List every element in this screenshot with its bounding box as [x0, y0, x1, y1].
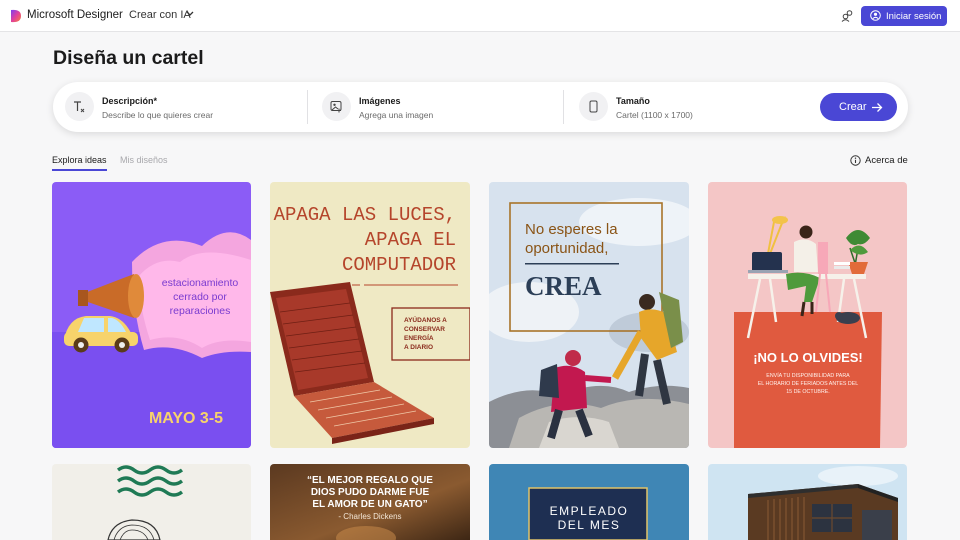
card7-text-line: EMPLEADO: [550, 504, 629, 518]
template-card-parking[interactable]: estacionamiento cerrado por reparaciones…: [52, 182, 251, 448]
tab-explore-ideas[interactable]: Explora ideas: [52, 155, 107, 165]
images-label: Imágenes: [359, 96, 401, 106]
about-label: Acerca de: [865, 155, 908, 166]
card7-text-line: DEL MES: [558, 518, 621, 532]
card2-note-line: CONSERVAR: [404, 326, 445, 333]
card2-title-line: APAGA EL: [365, 229, 456, 251]
card2-title-line: APAGA LAS LUCES,: [274, 204, 456, 226]
card6-quote-line: “EL MEJOR REGALO QUE: [307, 475, 433, 486]
tab-my-designs[interactable]: Mis diseños: [120, 155, 168, 165]
prompt-bar: Descripción* Describe lo que quieres cre…: [53, 82, 908, 132]
images-field[interactable]: Imágenes Agrega una imagen: [310, 82, 562, 132]
size-icon-box: [579, 92, 608, 121]
account-switch-icon[interactable]: [841, 9, 854, 22]
card4-body-line: 15 DE OCTUBRE.: [786, 389, 830, 395]
sign-in-label: Iniciar sesión: [886, 11, 942, 22]
text-icon-box: [65, 92, 94, 121]
description-field[interactable]: Descripción* Describe lo que quieres cre…: [53, 82, 307, 132]
info-icon: [850, 155, 861, 166]
card3-text-line: No esperes la: [525, 221, 618, 238]
card6-author: - Charles Dickens: [338, 512, 401, 521]
arrow-right-icon: [872, 103, 883, 112]
card2-title-line: COMPUTADOR: [342, 254, 456, 276]
user-circle-icon: [870, 10, 881, 21]
text-prompt-icon: [74, 101, 85, 113]
card1-date: MAYO 3-5: [149, 410, 223, 427]
card1-text-line: cerrado por: [173, 291, 227, 303]
card6-quote-line: DIOS PUDO DARME FUE: [311, 487, 430, 498]
card2-note-line: AYÚDANOS A: [404, 315, 447, 324]
template-card-opportunity[interactable]: No esperes la oportunidad, CREA: [489, 182, 689, 448]
page-title: Diseña un cartel: [53, 47, 204, 69]
designer-logo-icon[interactable]: [10, 9, 22, 23]
template-card-dont-forget[interactable]: ¡NO LO OLVIDES! ENVÍA TU DISPONIBILIDAD …: [708, 182, 907, 448]
image-icon: [330, 101, 342, 113]
create-button-label: Crear: [839, 101, 867, 113]
description-label: Descripción*: [102, 96, 158, 106]
card3-text-line: oportunidad,: [525, 240, 608, 257]
size-label: Tamaño: [616, 96, 650, 106]
card4-body-line: ENVÍA TU DISPONIBILIDAD PARA: [766, 372, 850, 379]
card2-note-line: A DIARIO: [404, 344, 433, 351]
template-card-house[interactable]: [708, 464, 907, 540]
divider: [307, 90, 308, 124]
sign-in-button[interactable]: Iniciar sesión: [861, 6, 947, 26]
divider: [563, 90, 564, 124]
template-card-cat-quote[interactable]: “EL MEJOR REGALO QUE DIOS PUDO DARME FUE…: [270, 464, 470, 540]
image-icon-box: [322, 92, 351, 121]
description-placeholder[interactable]: Describe lo que quieres crear: [102, 110, 213, 120]
card6-quote-line: EL AMOR DE UN GATO”: [312, 499, 427, 510]
template-card-lights-off[interactable]: APAGA LAS LUCES, APAGA EL COMPUTADOR AYÚ…: [270, 182, 470, 448]
active-tab-underline: [52, 169, 107, 171]
app-brand[interactable]: Microsoft Designer: [27, 9, 123, 21]
card1-text-line: estacionamiento: [162, 277, 239, 289]
images-placeholder[interactable]: Agrega una imagen: [359, 110, 433, 120]
size-value[interactable]: Cartel (1100 x 1700): [616, 110, 693, 120]
card3-big-word: CREA: [525, 271, 602, 301]
template-card-waves[interactable]: [52, 464, 251, 540]
card4-title: ¡NO LO OLVIDES!: [753, 350, 863, 365]
card1-text-line: reparaciones: [170, 305, 231, 317]
create-button[interactable]: Crear: [820, 93, 897, 121]
poster-size-icon: [589, 100, 598, 113]
size-field[interactable]: Tamaño Cartel (1100 x 1700): [567, 82, 807, 132]
top-bar: Microsoft Designer Crear con IA Iniciar …: [0, 0, 960, 32]
template-card-employee[interactable]: EMPLEADO DEL MES: [489, 464, 689, 540]
card2-note-line: ENERGÍA: [404, 333, 434, 342]
chevron-down-icon[interactable]: [186, 11, 194, 17]
card4-body-line: EL HORARIO DE FERIADOS ANTES DEL: [758, 381, 859, 387]
create-with-ai-menu[interactable]: Crear con IA: [129, 9, 191, 21]
